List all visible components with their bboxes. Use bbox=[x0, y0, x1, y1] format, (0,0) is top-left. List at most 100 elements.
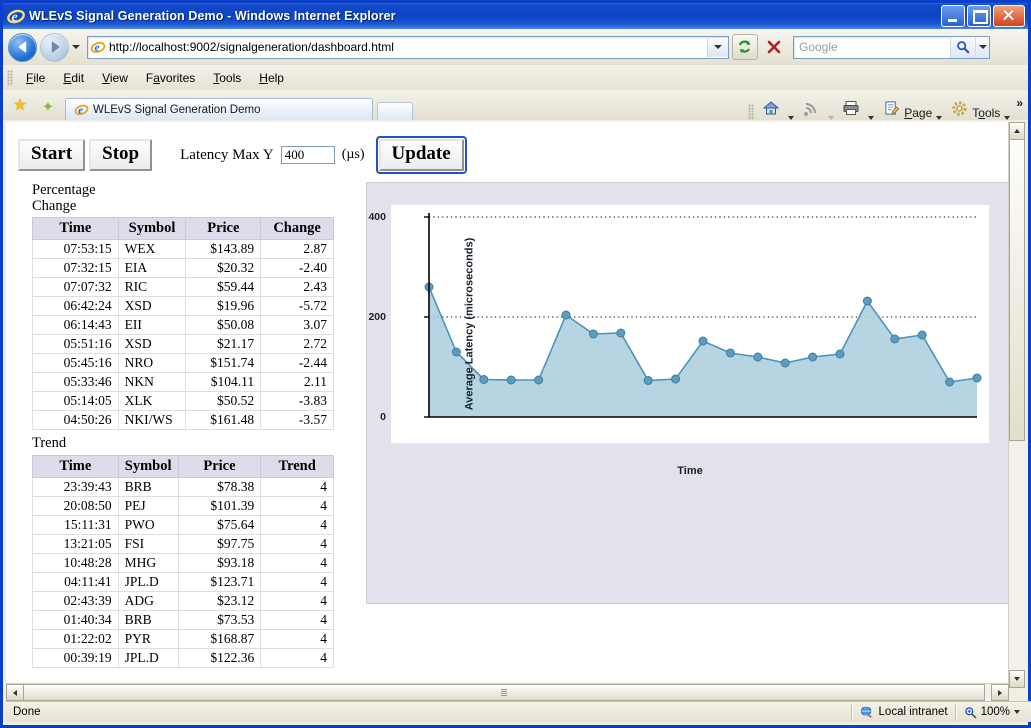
table-cell: 4 bbox=[260, 647, 334, 668]
address-bar[interactable]: e http://localhost:9002/signalgeneration… bbox=[87, 35, 729, 59]
chart-data-point bbox=[753, 352, 763, 362]
zoom-dropdown-icon[interactable] bbox=[1014, 710, 1020, 714]
table-cell: 4 bbox=[260, 609, 334, 630]
menu-item-favorites[interactable]: Favorites bbox=[137, 68, 204, 88]
gear-icon[interactable] bbox=[947, 96, 971, 120]
feeds-icon[interactable] bbox=[799, 96, 823, 120]
percentage-change-rows: 07:53:15 WEX $143.89 2.87 07:32:15 EIA $20.32-… bbox=[32, 239, 334, 431]
feeds-dropdown-icon[interactable] bbox=[828, 116, 835, 120]
horizontal-scrollbar[interactable] bbox=[6, 683, 1009, 701]
home-icon[interactable] bbox=[759, 96, 783, 120]
close-button[interactable] bbox=[993, 5, 1025, 27]
toolbar-overflow-icon[interactable]: » bbox=[1016, 96, 1023, 110]
search-button[interactable] bbox=[950, 36, 975, 58]
update-button[interactable]: Update bbox=[375, 136, 467, 174]
table-cell: PYR bbox=[117, 628, 179, 649]
table-cell: PWO bbox=[117, 514, 179, 535]
column-header-symbol[interactable]: Symbol bbox=[117, 454, 179, 478]
table-cell: $97.75 bbox=[177, 533, 262, 554]
menu-item-edit[interactable]: Edit bbox=[54, 68, 93, 88]
table-cell: XLK bbox=[117, 391, 187, 412]
scroll-up-button[interactable] bbox=[1009, 122, 1025, 140]
print-dropdown-icon[interactable] bbox=[868, 116, 875, 120]
table-cell: 4 bbox=[260, 495, 334, 516]
back-button[interactable] bbox=[8, 32, 37, 62]
menu-item-help[interactable]: Help bbox=[250, 68, 293, 88]
start-button[interactable]: Start bbox=[18, 139, 86, 171]
page-menu-label[interactable]: Page bbox=[904, 106, 932, 120]
chart-data-point bbox=[972, 373, 982, 383]
table-row: 13:21:05 FSI $97.75 4 bbox=[32, 533, 334, 554]
table-cell: 2.11 bbox=[260, 372, 334, 393]
menu-item-view[interactable]: View bbox=[93, 68, 137, 88]
scroll-left-button[interactable] bbox=[6, 684, 24, 701]
table-cell: 05:33:46 bbox=[32, 372, 119, 393]
address-dropdown-icon[interactable] bbox=[707, 37, 728, 57]
page-icon[interactable] bbox=[879, 96, 903, 120]
table-cell: $143.89 bbox=[185, 239, 262, 260]
table-row: 05:33:46 NKN $104.11 2.11 bbox=[32, 372, 334, 393]
percentage-change-caption: Percentage Change bbox=[32, 182, 96, 215]
table-cell: NRO bbox=[117, 353, 187, 374]
table-cell: $20.32 bbox=[185, 258, 262, 279]
table-cell: $123.71 bbox=[177, 571, 262, 592]
table-cell: $78.38 bbox=[177, 476, 262, 497]
new-tab-button[interactable] bbox=[377, 102, 413, 120]
column-header-symbol[interactable]: Symbol bbox=[117, 217, 187, 241]
add-to-favorites-icon[interactable]: ✦ bbox=[37, 95, 59, 117]
table-cell: $104.11 bbox=[185, 372, 262, 393]
table-cell: 4 bbox=[260, 514, 334, 535]
svg-text:e: e bbox=[94, 42, 99, 54]
refresh-button[interactable] bbox=[732, 34, 758, 60]
latency-max-y-input[interactable] bbox=[280, 146, 335, 164]
column-header-time[interactable]: Time bbox=[32, 454, 119, 478]
column-header-change[interactable]: Change bbox=[260, 217, 334, 241]
favorites-center-icon[interactable]: ★ bbox=[9, 95, 31, 117]
forward-button[interactable] bbox=[40, 32, 69, 62]
table-cell: $50.52 bbox=[185, 391, 262, 412]
column-header-trend[interactable]: Trend bbox=[260, 454, 334, 478]
chart-data-point bbox=[917, 330, 927, 340]
tools-menu-dropdown-icon[interactable] bbox=[1004, 116, 1011, 120]
tools-menu-label[interactable]: Tools bbox=[972, 106, 1000, 120]
horizontal-scroll-thumb[interactable] bbox=[23, 684, 985, 701]
minimize-button[interactable] bbox=[941, 5, 965, 27]
search-box[interactable] bbox=[793, 35, 990, 59]
recent-pages-dropdown[interactable] bbox=[69, 34, 83, 61]
stop-button[interactable] bbox=[761, 34, 787, 60]
maximize-button[interactable] bbox=[967, 5, 991, 27]
chart-y-tick-label: 200 bbox=[368, 311, 386, 323]
search-provider-dropdown[interactable] bbox=[975, 36, 989, 58]
stop-button-app[interactable]: Stop bbox=[89, 139, 153, 171]
home-dropdown-icon[interactable] bbox=[788, 116, 795, 120]
table-cell: 23:39:43 bbox=[32, 476, 119, 497]
chart-data-point bbox=[479, 375, 489, 384]
table-cell: $75.64 bbox=[177, 514, 262, 535]
tab-wlevs-signal-generation-demo[interactable]: e WLEvS Signal Generation Demo bbox=[65, 98, 373, 120]
print-icon[interactable] bbox=[839, 96, 863, 120]
scroll-right-button[interactable] bbox=[991, 684, 1009, 701]
menu-gripper[interactable] bbox=[7, 69, 13, 86]
table-cell: FSI bbox=[117, 533, 179, 554]
vertical-scroll-thumb[interactable] bbox=[1009, 139, 1025, 441]
table-cell: $73.53 bbox=[177, 609, 262, 630]
toolbar-gripper[interactable] bbox=[748, 104, 755, 120]
globe-icon bbox=[859, 705, 874, 719]
scroll-down-button[interactable] bbox=[1009, 670, 1025, 688]
menu-item-tools[interactable]: Tools bbox=[204, 68, 250, 88]
search-input[interactable] bbox=[794, 39, 950, 55]
menu-item-file[interactable]: File bbox=[17, 68, 54, 88]
table-cell: EIA bbox=[117, 258, 187, 279]
table-cell: 13:21:05 bbox=[32, 533, 119, 554]
percentage-change-table: Time Symbol Price Change 07:53:15 WEX $143… bbox=[32, 217, 334, 431]
table-row: 07:53:15 WEX $143.89 2.87 bbox=[32, 239, 334, 260]
column-header-price[interactable]: Price bbox=[177, 454, 262, 478]
chart-data-point bbox=[534, 375, 544, 385]
table-cell: $21.17 bbox=[185, 334, 262, 355]
page-menu-dropdown-icon[interactable] bbox=[936, 116, 943, 120]
zoom-level[interactable]: 100% bbox=[957, 702, 1031, 722]
table-cell: $101.39 bbox=[177, 495, 262, 516]
vertical-scrollbar[interactable] bbox=[1008, 122, 1025, 688]
column-header-time[interactable]: Time bbox=[32, 217, 119, 241]
column-header-price[interactable]: Price bbox=[185, 217, 262, 241]
